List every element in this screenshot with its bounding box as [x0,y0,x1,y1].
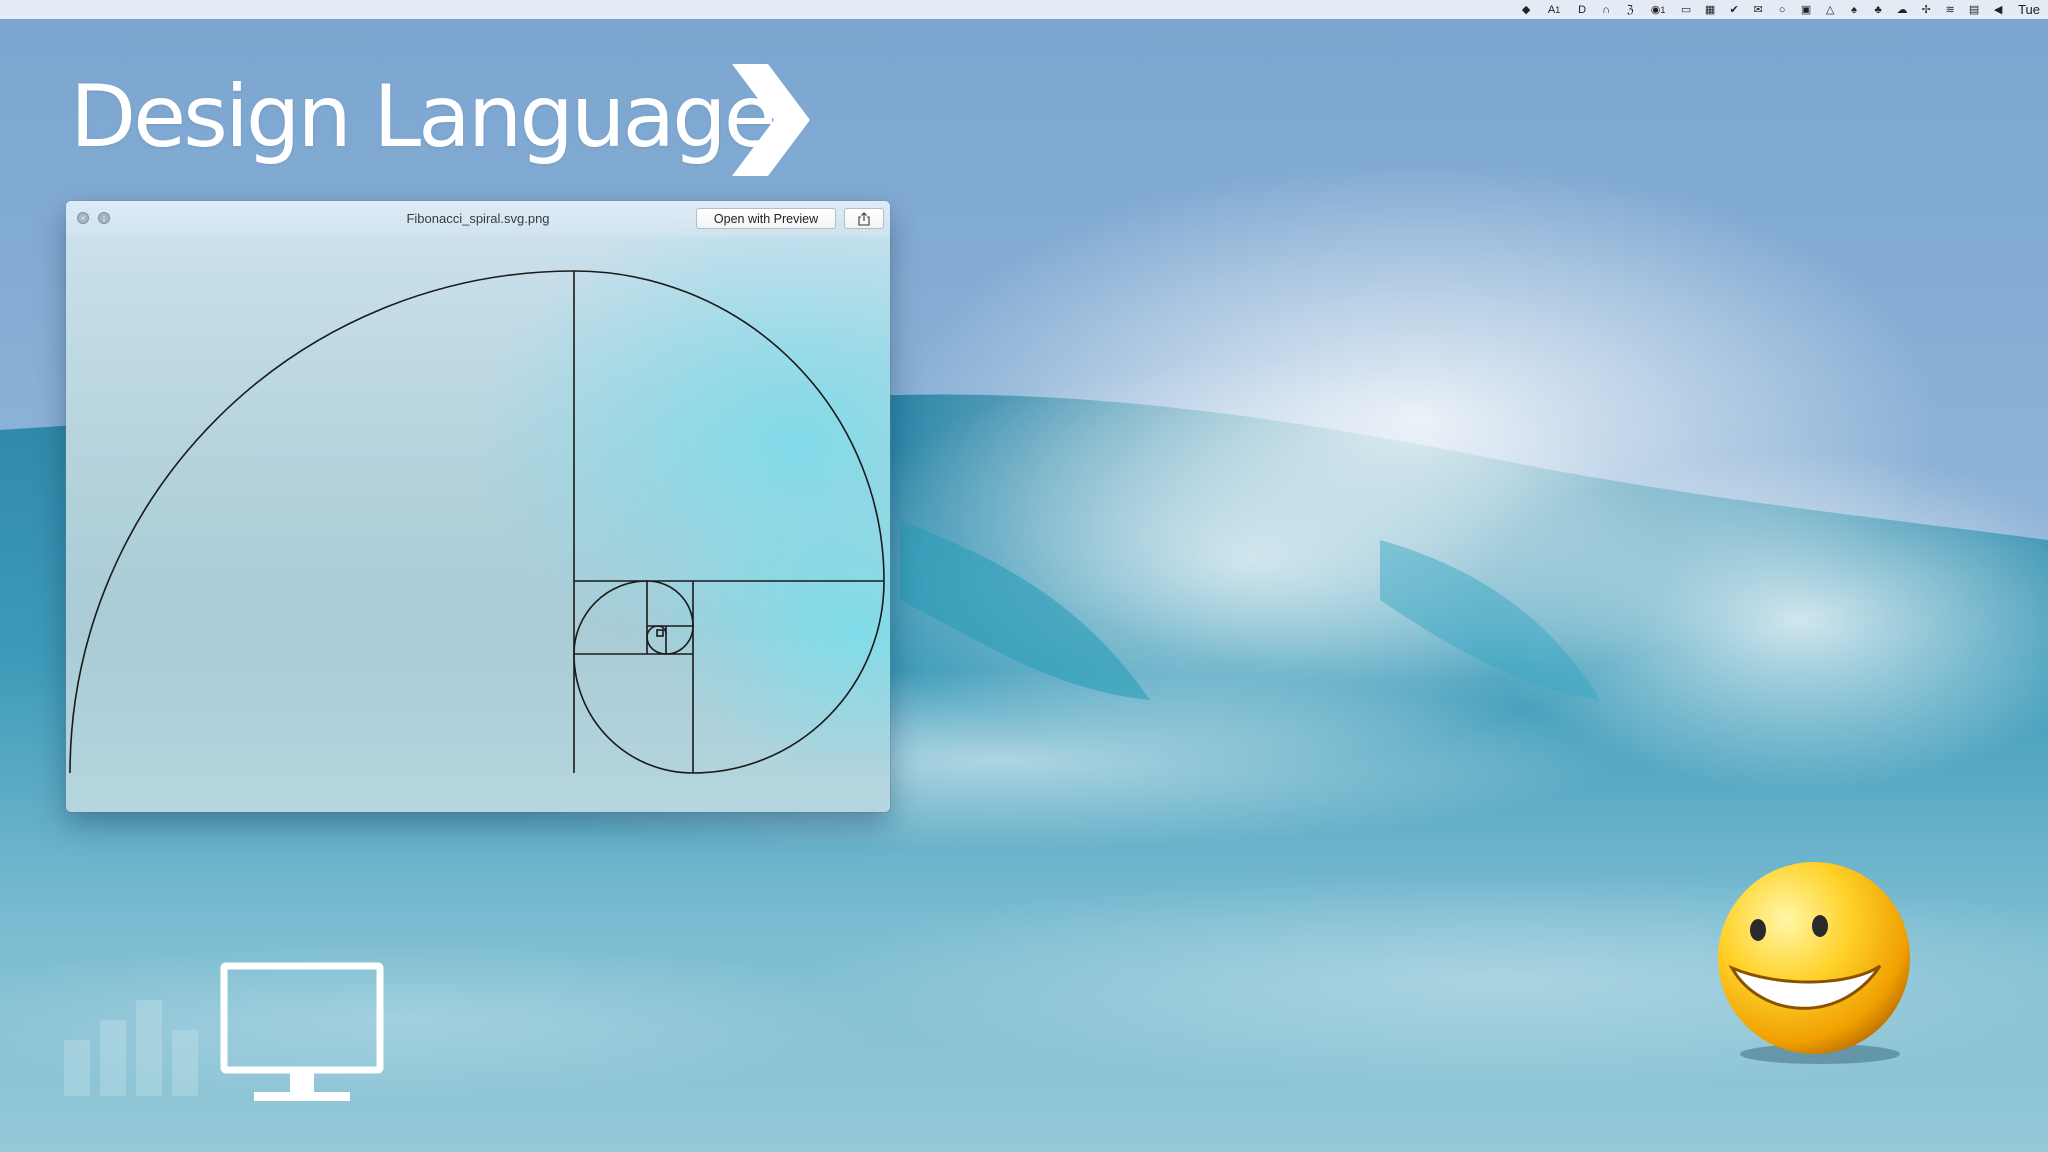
wifi-icon[interactable]: ≋ [1942,3,1958,17]
notifications-icon[interactable]: ♠ [1846,3,1862,17]
adobe-icon[interactable]: A1 [1542,3,1566,17]
network-badge: 1 [1660,4,1666,15]
drive-icon[interactable]: △ [1822,3,1838,17]
headphones-icon[interactable]: ∩ [1598,3,1614,17]
network-icon[interactable]: ◉ 1 [1646,3,1670,17]
slide-title: Design Language [70,67,777,167]
share-button[interactable] [844,208,884,229]
fibonacci-spiral-image [69,270,885,774]
menubar-clock[interactable]: Tue [2018,2,2040,17]
bluetooth-icon[interactable]: ✢ [1918,3,1934,17]
share-icon [858,211,870,226]
dropbox-icon[interactable]: ◆ [1518,3,1534,17]
flag-icon[interactable]: ▤ [1966,3,1982,17]
window-icon[interactable]: ▣ [1798,3,1814,17]
chevron-right-icon [732,64,810,176]
calendar-icon[interactable]: ▦ [1702,3,1718,17]
menu-bar: ◆ A1 D ∩ ℨ ◉ 1 ▭ ▦ ✔ ✉ ○ ▣ △ ♠ ♣ ☁ ✢ ≋ ▤ … [0,0,2048,19]
tasks-icon[interactable]: ✔ [1726,3,1742,17]
quicklook-window: × ↕ Fibonacci_spiral.svg.png Open with P… [66,201,890,812]
display-icon[interactable]: ▭ [1678,3,1694,17]
bar-chart-icon [64,1000,198,1096]
dash-icon[interactable]: D [1574,3,1590,17]
smiley-icon [1718,862,1910,1064]
adobe-badge: 1 [1555,4,1561,15]
mail-icon[interactable]: ✉ [1750,3,1766,17]
monitor-icon [220,962,384,1101]
evernote-icon[interactable]: ♣ [1870,3,1886,17]
open-with-preview-button[interactable]: Open with Preview [696,208,836,229]
search-icon[interactable]: ○ [1774,3,1790,17]
cloud-icon[interactable]: ☁ [1894,3,1910,17]
volume-icon[interactable]: ◀ [1990,3,2006,17]
script-icon[interactable]: ℨ [1622,3,1638,17]
